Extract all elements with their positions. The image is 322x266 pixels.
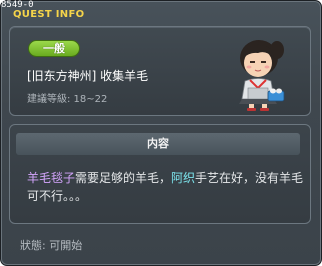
quest-name: [旧东方神州] 收集羊毛 — [27, 69, 149, 83]
content-header: 内容 — [16, 133, 300, 155]
npc-avatar-icon — [239, 40, 285, 111]
quest-status: 狀態: 可開始 — [20, 239, 83, 252]
description-text-1: 需要足够的羊毛， — [75, 171, 172, 185]
npc-highlight: 阿织 — [171, 171, 196, 185]
recommended-level: 建議等級: 18~22 — [27, 94, 108, 105]
quest-description: 羊毛毯子需要足够的羊毛，阿织手艺在好，没有羊毛可不行。。。 — [27, 169, 305, 205]
window-title: QUEST INFO — [13, 9, 85, 20]
quest-category-badge: 一般 — [28, 40, 80, 57]
item-highlight: 羊毛毯子 — [27, 171, 76, 185]
